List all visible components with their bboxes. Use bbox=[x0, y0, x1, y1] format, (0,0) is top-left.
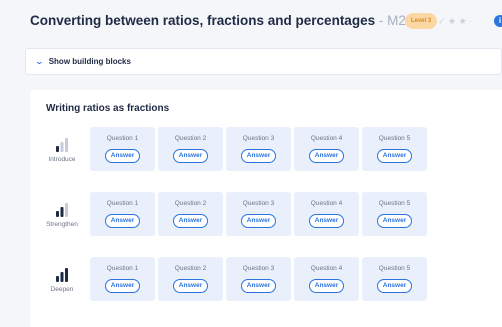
question-label: Question 4 bbox=[310, 135, 343, 142]
page-title-text: Converting between ratios, fractions and… bbox=[30, 13, 376, 28]
signal-bar bbox=[65, 268, 68, 282]
answer-button[interactable]: Answer bbox=[105, 279, 140, 293]
question-card[interactable]: Question 4 Answer bbox=[294, 127, 359, 171]
show-building-blocks-toggle[interactable]: ⌄ Show building blocks bbox=[25, 48, 502, 75]
question-label: Question 1 bbox=[106, 265, 139, 272]
question-label: Question 1 bbox=[106, 200, 139, 207]
question-label: Question 2 bbox=[174, 200, 207, 207]
question-label: Question 3 bbox=[242, 135, 275, 142]
question-card[interactable]: Question 4 Answer bbox=[294, 257, 359, 301]
question-label: Question 5 bbox=[378, 265, 411, 272]
signal-bar bbox=[60, 272, 64, 282]
question-label: Question 5 bbox=[378, 135, 411, 142]
signal-bar bbox=[56, 276, 59, 282]
row-label-text: Strengthen bbox=[46, 221, 78, 228]
signal-bars-icon bbox=[56, 268, 68, 282]
signal-bars-icon bbox=[56, 138, 68, 152]
question-card[interactable]: Question 3 Answer bbox=[226, 192, 291, 236]
show-building-blocks-label: Show building blocks bbox=[48, 57, 131, 66]
answer-button[interactable]: Answer bbox=[173, 149, 208, 163]
row-label-0: Introduce bbox=[34, 137, 90, 163]
answer-button[interactable]: Answer bbox=[377, 149, 412, 163]
level-badge[interactable]: Level 3 bbox=[405, 13, 437, 29]
row-label-2: Deepen bbox=[34, 267, 90, 293]
answer-button[interactable]: Answer bbox=[105, 149, 140, 163]
question-card[interactable]: Question 4 Answer bbox=[294, 192, 359, 236]
question-card[interactable]: Question 5 Answer bbox=[362, 257, 427, 301]
question-card[interactable]: Question 1 Answer bbox=[90, 192, 155, 236]
question-card[interactable]: Question 5 Answer bbox=[362, 127, 427, 171]
signal-bar bbox=[60, 142, 64, 152]
question-label: Question 1 bbox=[106, 135, 139, 142]
question-card[interactable]: Question 3 Answer bbox=[226, 127, 291, 171]
chevron-down-icon: ⌄ bbox=[34, 57, 45, 66]
question-card[interactable]: Question 3 Answer bbox=[226, 257, 291, 301]
page-title-separator: - bbox=[375, 13, 388, 28]
question-label: Question 3 bbox=[242, 265, 275, 272]
question-card[interactable]: Question 1 Answer bbox=[90, 257, 155, 301]
info-icon[interactable]: i bbox=[494, 15, 502, 27]
question-panel: Writing ratios as fractions Introduce Que… bbox=[30, 90, 502, 327]
answer-button[interactable]: Answer bbox=[241, 279, 276, 293]
question-card[interactable]: Question 2 Answer bbox=[158, 127, 223, 171]
answer-button[interactable]: Answer bbox=[173, 279, 208, 293]
question-label: Question 5 bbox=[378, 200, 411, 207]
question-label: Question 4 bbox=[310, 265, 343, 272]
question-label: Question 2 bbox=[174, 265, 207, 272]
question-card[interactable]: Question 2 Answer bbox=[158, 192, 223, 236]
row-label-text: Deepen bbox=[50, 286, 74, 293]
signal-bar bbox=[56, 211, 59, 217]
row-label-1: Strengthen bbox=[34, 202, 90, 228]
question-card[interactable]: Question 5 Answer bbox=[362, 192, 427, 236]
answer-button[interactable]: Answer bbox=[241, 149, 276, 163]
question-label: Question 3 bbox=[242, 200, 275, 207]
signal-bar bbox=[65, 203, 68, 217]
answer-button[interactable]: Answer bbox=[309, 279, 344, 293]
signal-bars-icon bbox=[56, 203, 68, 217]
header: Converting between ratios, fractions and… bbox=[0, 0, 502, 46]
answer-button[interactable]: Answer bbox=[105, 214, 140, 228]
answer-button[interactable]: Answer bbox=[309, 149, 344, 163]
signal-bar bbox=[65, 138, 68, 152]
question-label: Question 2 bbox=[174, 135, 207, 142]
answer-button[interactable]: Answer bbox=[377, 214, 412, 228]
question-card[interactable]: Question 2 Answer bbox=[158, 257, 223, 301]
answer-button[interactable]: Answer bbox=[309, 214, 344, 228]
section-title: Writing ratios as fractions bbox=[46, 103, 170, 114]
question-label: Question 4 bbox=[310, 200, 343, 207]
answer-button[interactable]: Answer bbox=[173, 214, 208, 228]
answer-button[interactable]: Answer bbox=[377, 279, 412, 293]
page-title: Converting between ratios, fractions and… bbox=[30, 13, 421, 28]
rating-icons[interactable]: ✓ ★ ★ · bbox=[438, 12, 472, 30]
signal-bar bbox=[60, 207, 64, 217]
row-label-text: Introduce bbox=[48, 156, 76, 163]
answer-button[interactable]: Answer bbox=[241, 214, 276, 228]
question-card[interactable]: Question 1 Answer bbox=[90, 127, 155, 171]
signal-bar bbox=[56, 146, 59, 152]
